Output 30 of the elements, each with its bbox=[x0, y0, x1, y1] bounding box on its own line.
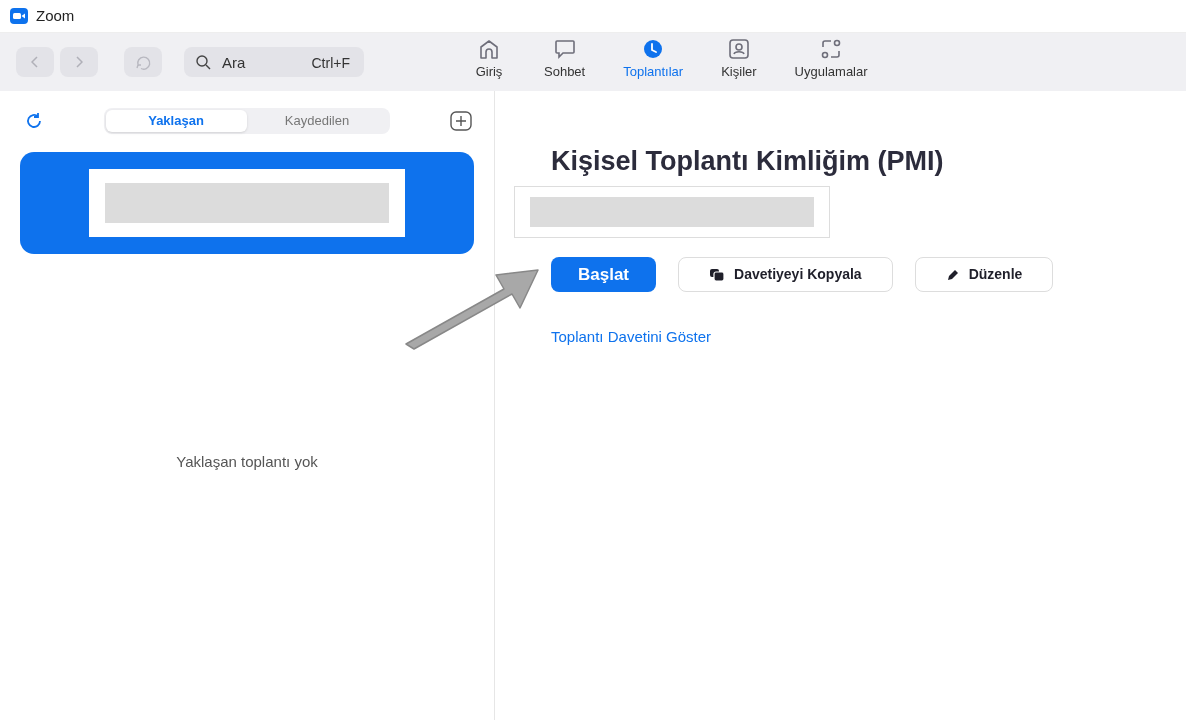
contact-icon bbox=[727, 38, 750, 59]
chat-icon bbox=[553, 38, 576, 59]
nav-tab[interactable]: Uygulamalar bbox=[782, 38, 880, 81]
action-button[interactable]: Başlat bbox=[551, 257, 657, 292]
show-invite-link[interactable]: Toplantı Davetini Göster bbox=[551, 326, 1186, 349]
apps-icon bbox=[820, 38, 843, 59]
action-button[interactable]: Davetiyeyi Kopyala bbox=[678, 257, 893, 292]
clock-icon bbox=[642, 38, 665, 59]
meeting-card[interactable] bbox=[20, 152, 474, 254]
action-button[interactable]: Düzenle bbox=[914, 257, 1054, 292]
segment-tab[interactable]: Kaydedilen bbox=[246, 110, 388, 132]
shortcut-label: Ctrl+F bbox=[311, 54, 350, 73]
chevron-left-icon bbox=[31, 56, 39, 68]
page-title: Kişisel Toplantı Kimliğim (PMI) bbox=[551, 145, 945, 178]
video-camera-icon bbox=[10, 8, 28, 24]
refresh-icon[interactable] bbox=[25, 112, 43, 130]
search-icon bbox=[196, 55, 211, 70]
copy-icon bbox=[709, 267, 726, 282]
segment-tab[interactable]: Yaklaşan bbox=[105, 110, 247, 132]
home-icon bbox=[478, 38, 500, 59]
nav-tab[interactable]: Toplantılar bbox=[611, 38, 696, 81]
empty-message: Yaklaşan toplantı yok bbox=[176, 451, 318, 472]
chevron-right-icon bbox=[75, 56, 83, 68]
nav-tab[interactable]: Giriş bbox=[460, 38, 518, 81]
nav-tab[interactable]: Sohbet bbox=[532, 38, 598, 81]
pencil-icon bbox=[945, 267, 960, 282]
plus-icon[interactable] bbox=[450, 111, 472, 131]
window-title: Zoom bbox=[36, 5, 75, 26]
nav-tab[interactable]: Kişiler bbox=[709, 38, 769, 81]
history-icon bbox=[134, 53, 152, 71]
